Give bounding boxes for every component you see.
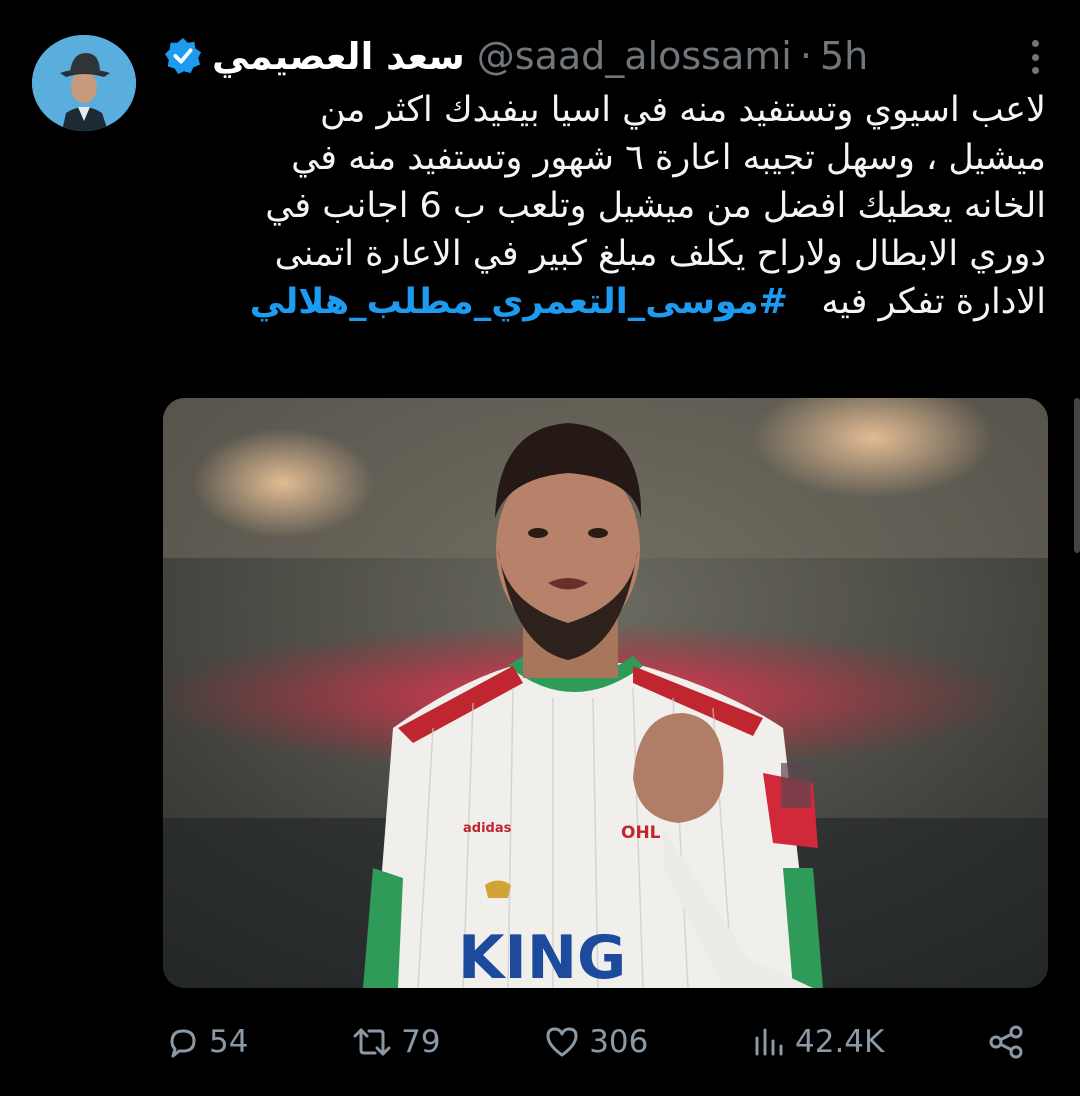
verified-badge-icon: [164, 37, 202, 75]
user-handle[interactable]: @saad_alossami: [477, 34, 792, 78]
tweet-actions: 54 79 306 42.4K: [165, 1014, 1025, 1070]
more-options-icon[interactable]: [1030, 40, 1040, 74]
separator: ·: [799, 34, 812, 78]
scrollbar[interactable]: [1074, 398, 1080, 553]
reply-count: 54: [209, 1024, 249, 1060]
tweet-line: دوري الابطال ولاراح يكلف مبلغ كبير في ال…: [274, 234, 1046, 274]
more-dot: [1031, 53, 1039, 61]
tweet-line: الادارة تفكر فيه: [821, 282, 1046, 322]
reply-button[interactable]: 54: [165, 1024, 248, 1060]
more-dot: [1031, 40, 1039, 47]
share-icon: [989, 1025, 1023, 1059]
tweet-line-last: الادارة تفكر فيه #موسى_التعمري_مطلب_هلال…: [160, 278, 1046, 326]
display-name[interactable]: سعد العصيمي: [212, 35, 465, 78]
sponsor-text: KING: [458, 923, 626, 988]
tweet-line: ميشيل ، وسهل تجيبه اعارة ٦ شهور وتستفيد …: [291, 138, 1046, 178]
avatar[interactable]: [32, 35, 136, 131]
kit-brand-text: adidas: [463, 821, 512, 836]
tweet-line: الخانه يعطيك افضل من ميشيل وتلعب ب 6 اجا…: [265, 186, 1046, 226]
like-count: 306: [589, 1024, 649, 1060]
hashtag-link[interactable]: #موسى_التعمري_مطلب_هلالي: [250, 282, 788, 322]
share-button[interactable]: [987, 1024, 1025, 1060]
like-icon: [546, 1027, 578, 1057]
tweet-media-photo[interactable]: adidas OHL KING: [163, 398, 1048, 988]
like-button[interactable]: 306: [543, 1024, 648, 1060]
views-count: 42.4K: [795, 1024, 885, 1060]
player-photo: adidas OHL KING: [163, 398, 1048, 988]
avatar-image: [32, 35, 136, 131]
views-icon: [755, 1028, 783, 1056]
views-button[interactable]: 42.4K: [751, 1024, 884, 1060]
more-dot: [1031, 67, 1039, 74]
tweet-text: لاعب اسيوي وتستفيد منه في اسيا بيفيدك اك…: [160, 86, 1046, 326]
reply-icon: [170, 1029, 196, 1058]
tweet-header: سعد العصيمي @saad_alossami · 5h: [164, 26, 868, 86]
retweet-count: 79: [401, 1024, 441, 1060]
retweet-icon: [353, 1028, 391, 1056]
timestamp[interactable]: 5h: [820, 34, 868, 78]
club-text: OHL: [621, 823, 661, 843]
tweet-line: لاعب اسيوي وتستفيد منه في اسيا بيفيدك اك…: [319, 90, 1046, 130]
retweet-button[interactable]: 79: [351, 1024, 441, 1060]
